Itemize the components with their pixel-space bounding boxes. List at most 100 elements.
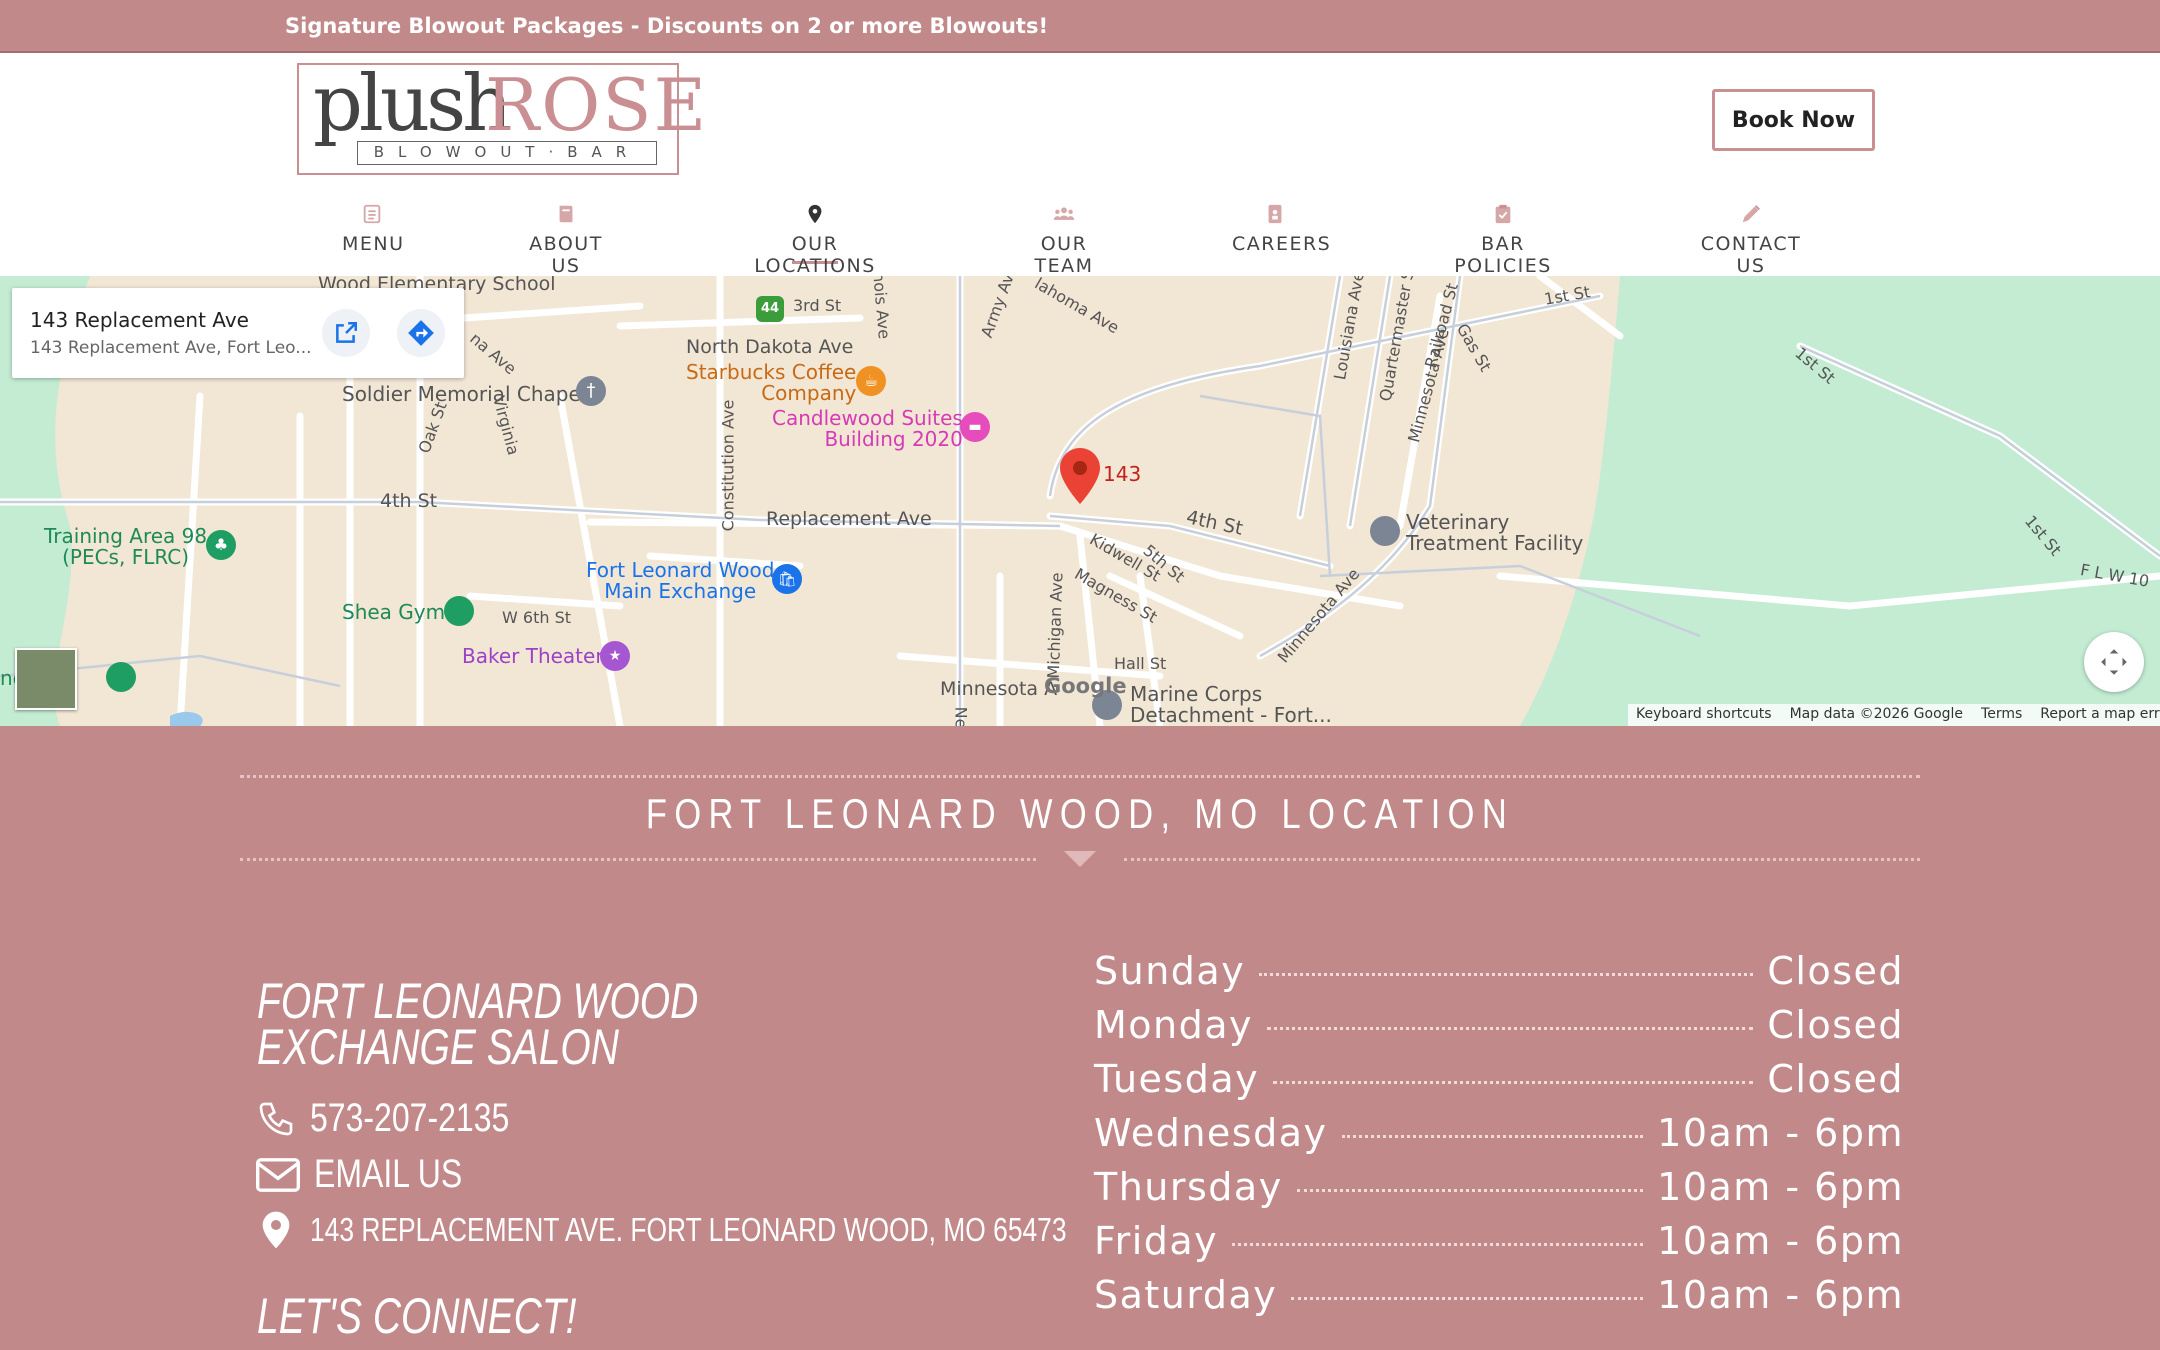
hours-day: Thursday <box>1094 1165 1283 1209</box>
divider-bottom-left <box>240 858 1036 861</box>
hours-day: Wednesday <box>1094 1111 1328 1155</box>
logo-plush: plush <box>313 59 512 149</box>
location-title: FORT LEONARD WOOD, MO LOCATION <box>645 790 1515 837</box>
nav-our-locations[interactable]: OUR LOCATIONS <box>734 203 896 286</box>
phone-icon <box>259 1102 293 1135</box>
hours-row: Tuesday Closed <box>1094 1052 1904 1106</box>
terms-link[interactable]: Terms <box>1981 706 2022 724</box>
street-label: Constitution Ave <box>718 399 738 532</box>
poi-training-area[interactable]: Training Area 98 (PECs, FLRC) <box>44 526 207 568</box>
nav-label: CONTACT US <box>1700 233 1802 277</box>
hours-row: Sunday Closed <box>1094 944 1904 998</box>
chevron-down-icon <box>1064 851 1096 867</box>
nav-label: BAR POLICIES <box>1454 233 1552 277</box>
nav-our-team[interactable]: OUR TEAM <box>1013 203 1115 277</box>
map-attribution: Keyboard shortcuts Map data ©2026 Google… <box>1628 704 2160 726</box>
menu-list-icon <box>342 203 402 231</box>
keyboard-shortcuts-link[interactable]: Keyboard shortcuts <box>1636 706 1772 724</box>
email-row[interactable]: EMAIL US <box>256 1152 499 1197</box>
nav-bar-policies[interactable]: BAR POLICIES <box>1437 203 1569 277</box>
map-pin-icon <box>262 1211 290 1249</box>
email-link: EMAIL US <box>314 1152 463 1196</box>
announcement-text[interactable]: Signature Blowout Packages - Discounts o… <box>285 14 1048 38</box>
logo-rose: ROSE <box>485 63 709 147</box>
hours-row: Wednesday 10am - 6pm <box>1094 1106 1904 1160</box>
phone-number: 573-207-2135 <box>310 1096 510 1140</box>
street-label: Replacement Ave <box>766 508 932 530</box>
lets-connect-heading: LET'S CONNECT! <box>257 1288 577 1344</box>
map-data-text: Map data ©2026 Google <box>1789 706 1964 722</box>
hours-time: 10am - 6pm <box>1657 1273 1904 1317</box>
poi-marine-corps[interactable]: Marine Corps Detachment - Fort... <box>1130 684 1332 726</box>
nav-about-us[interactable]: ABOUT US <box>516 203 616 277</box>
logo-tagline: BLOWOUT·BAR <box>357 141 657 165</box>
open-in-maps-button[interactable] <box>322 309 370 357</box>
nav-careers[interactable]: CAREERS <box>1232 203 1330 255</box>
hours-time: Closed <box>1767 1057 1904 1101</box>
google-logo: Google <box>1044 674 1127 698</box>
report-error-link[interactable]: Report a map error <box>2040 706 2160 724</box>
nav-label: ABOUT US <box>529 233 603 277</box>
location-marker-icon[interactable] <box>1060 448 1100 508</box>
external-link-icon <box>336 322 357 343</box>
divider-top <box>240 775 1920 778</box>
hotel-icon: ▬ <box>960 412 990 442</box>
logo[interactable]: plush ROSE BLOWOUT·BAR <box>297 59 706 175</box>
poi-line: Detachment - Fort... <box>1130 703 1332 726</box>
cafe-icon: ☕ <box>856 366 886 396</box>
poi-line: Company <box>761 381 857 405</box>
poi-main-exchange[interactable]: Fort Leonard Wood Main Exchange <box>586 560 774 602</box>
phone-row[interactable]: 573-207-2135 <box>256 1096 559 1141</box>
street-label: Minnesota A <box>940 678 1058 700</box>
hours-time: 10am - 6pm <box>1657 1219 1904 1263</box>
poi-line: Building 2020 <box>824 427 963 451</box>
fullscreen-icon <box>2101 649 2127 675</box>
satellite-toggle[interactable] <box>15 648 77 710</box>
hours-leader <box>1232 1242 1644 1246</box>
envelope-icon <box>256 1157 300 1192</box>
directions-icon <box>408 320 434 346</box>
hours-day: Tuesday <box>1094 1057 1260 1101</box>
nav-label: CAREERS <box>1232 233 1332 255</box>
book-now-button[interactable]: Book Now <box>1712 89 1875 151</box>
poi-candlewood[interactable]: Candlewood Suites Building 2020 <box>772 408 963 450</box>
nav-contact-us[interactable]: CONTACT US <box>1687 203 1815 277</box>
poi-veterinary[interactable]: Veterinary Treatment Facility <box>1406 512 1583 554</box>
hours-leader <box>1341 1134 1644 1138</box>
hours-time: 10am - 6pm <box>1657 1111 1904 1155</box>
hours-day: Sunday <box>1094 949 1246 993</box>
hours-leader <box>1291 1296 1644 1300</box>
poi-baker-theater[interactable]: Baker Theater <box>462 646 604 667</box>
chapel-icon: † <box>576 376 606 406</box>
directions-button[interactable] <box>397 309 445 357</box>
poi-shea-gym[interactable]: Shea Gym <box>342 602 445 623</box>
street-label: Hall St <box>1114 654 1167 673</box>
main-nav: MENU ABOUT US OUR LOCATIONS OUR TEAM CAR… <box>0 203 2160 286</box>
vet-icon <box>1370 516 1400 546</box>
marker-label: 143 <box>1103 462 1142 486</box>
nav-menu[interactable]: MENU <box>342 203 403 255</box>
street-label: Ne <box>951 706 971 726</box>
poi-line: Main Exchange <box>604 579 757 603</box>
poi-starbucks[interactable]: Starbucks Coffee Company <box>686 362 856 404</box>
id-badge-icon <box>1232 203 1318 231</box>
pencil-icon <box>1687 203 1815 231</box>
location-map[interactable]: Replacement Ave 4th St 4th St North Dako… <box>0 276 2160 726</box>
poi-chapel[interactable]: Soldier Memorial Chapel <box>342 384 586 405</box>
hours-leader <box>1267 1026 1754 1030</box>
street-label: North Dakota Ave <box>686 336 854 358</box>
hours-table: Sunday Closed Monday Closed Tuesday Closed … <box>1094 944 1904 1322</box>
hours-leader <box>1273 1080 1754 1084</box>
hours-day: Saturday <box>1094 1273 1278 1317</box>
fullscreen-button[interactable] <box>2084 632 2144 692</box>
street-label: 4th St <box>380 490 438 512</box>
hours-day: Monday <box>1094 1003 1254 1047</box>
divider-bottom-right <box>1124 858 1920 861</box>
announcement-bar: Signature Blowout Packages - Discounts o… <box>0 0 2160 53</box>
address-text: 143 REPLACEMENT AVE. FORT LEONARD WOOD, … <box>310 1211 1067 1248</box>
theater-icon: ★ <box>600 641 630 671</box>
hours-time: Closed <box>1767 1003 1904 1047</box>
shopping-icon: 🛍 <box>772 564 802 594</box>
street-label: 3rd St <box>793 296 842 315</box>
hours-time: Closed <box>1767 949 1904 993</box>
